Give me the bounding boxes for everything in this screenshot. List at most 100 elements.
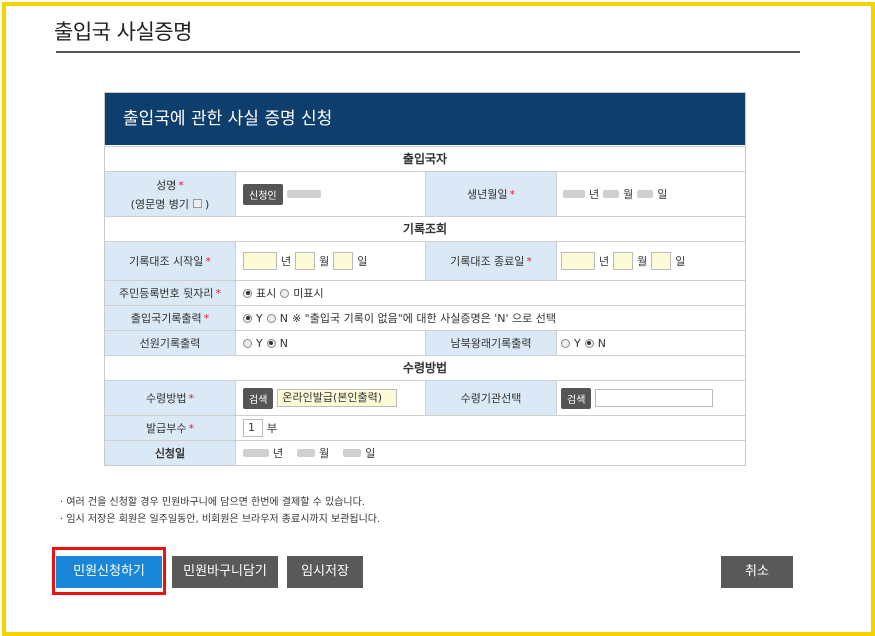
birth-label-cell: 생년월일 * [425, 172, 557, 216]
required-mark: * [188, 421, 194, 435]
apply-month-unit: 월 [319, 447, 330, 460]
apply-month-redacted [297, 449, 316, 457]
rrn-hide-label: 미표시 [293, 287, 324, 300]
immigration-y-radio[interactable] [243, 313, 252, 323]
receive-org-search-button[interactable]: 검색 [561, 387, 592, 409]
record-start-year-input[interactable] [243, 252, 277, 270]
title-divider [56, 51, 800, 53]
row-copies: 발급부수 * 1 부 [105, 415, 745, 440]
record-end-label-cell: 기록대조 종료일 * [425, 242, 557, 280]
record-end-year-unit: 년 [599, 255, 610, 268]
nk-output-label-cell: 남북왕래기록출력 [425, 331, 557, 355]
record-start-year-unit: 년 [281, 255, 292, 268]
record-start-value-cell: 년 월 일 [243, 242, 423, 280]
record-end-month-input[interactable] [613, 252, 634, 270]
copies-input[interactable]: 1 [243, 419, 263, 437]
apply-day-redacted [343, 449, 362, 457]
temp-save-button[interactable]: 임시저장 [287, 556, 363, 588]
crew-output-value-cell: Y N [243, 331, 423, 355]
record-start-label-cell: 기록대조 시작일 * [105, 242, 236, 280]
record-start-month-unit: 월 [319, 255, 330, 268]
rrn-show-label: 표시 [256, 287, 277, 300]
section-receive-method: 수령방법 [105, 355, 745, 380]
receive-method-input[interactable]: 온라인발급(본인출력) [277, 389, 398, 407]
birth-day-redacted [637, 190, 654, 198]
record-end-year-input[interactable] [561, 252, 595, 270]
apply-year-redacted [243, 449, 269, 457]
copies-value-cell: 1 부 [243, 416, 443, 440]
birth-value-cell: 년 월 일 [563, 172, 743, 216]
nk-output-label: 남북왕래기록출력 [450, 337, 532, 350]
required-mark: * [215, 286, 222, 300]
copies-label: 발급부수 [146, 422, 187, 435]
nk-output-value-cell: Y N [561, 331, 743, 355]
crew-n-radio[interactable] [266, 338, 276, 348]
receive-org-value-cell: 검색 [561, 381, 743, 415]
apply-date-label-cell: 신청일 [105, 441, 236, 465]
row-receive: 수령방법 * 검색 온라인발급(본인출력) 수령기관선택 검색 [105, 380, 745, 415]
name-label: 성명 [156, 178, 177, 192]
apply-day-unit: 일 [365, 447, 376, 460]
name-value-cell: 신청인 [243, 172, 423, 216]
apply-date-value-cell: 년 월 일 [243, 441, 543, 465]
rrn-hide-radio[interactable] [280, 288, 290, 298]
form-header: 출입국에 관한 사실 증명 신청 [105, 93, 745, 145]
receive-label: 수령방법 [146, 392, 187, 405]
row-apply-date: 신청일 년 월 일 [105, 440, 745, 465]
rrn-back-label: 주민등록번호 뒷자리 [118, 287, 214, 300]
note-item: · 여러 건을 신청할 경우 민원바구니에 담으면 한번에 결제할 수 있습니다… [60, 497, 365, 508]
english-name-checkbox[interactable] [192, 198, 202, 208]
record-start-day-unit: 일 [357, 255, 368, 268]
receive-label-cell: 수령방법 * [105, 381, 236, 415]
apply-year-unit: 년 [273, 447, 284, 460]
english-name-label-end: ) [205, 197, 210, 211]
crew-y-radio[interactable] [243, 338, 252, 348]
crew-y-label: Y [256, 336, 263, 350]
record-end-month-unit: 월 [637, 255, 648, 268]
record-end-day-unit: 일 [675, 255, 686, 268]
receive-org-label: 수령기관선택 [460, 392, 522, 405]
immigration-output-value-cell: Y N ※ "출입국 기록이 없음"에 대한 사실증명은 'N' 으로 선택 [243, 306, 743, 330]
add-to-basket-button[interactable]: 민원바구니담기 [172, 556, 278, 588]
immigration-y-label: Y [256, 311, 263, 325]
copies-label-cell: 발급부수 * [105, 416, 236, 440]
birth-year-redacted [563, 190, 585, 198]
record-start-day-input[interactable] [333, 252, 354, 270]
applicant-button[interactable]: 신청인 [243, 183, 283, 205]
rrn-show-radio[interactable] [243, 288, 252, 298]
immigration-n-label: N [279, 311, 288, 325]
nk-y-label: Y [574, 336, 581, 350]
record-end-day-input[interactable] [651, 252, 672, 270]
immigration-output-note: ※ "출입국 기록이 없음"에 대한 사실증명은 'N' 으로 선택 [291, 312, 556, 325]
birth-label: 생년월일 [467, 188, 508, 201]
record-start-label: 기록대조 시작일 [129, 255, 204, 268]
nk-y-radio[interactable] [561, 338, 570, 348]
receive-org-input[interactable] [595, 389, 714, 407]
required-mark: * [509, 187, 515, 201]
application-form: 출입국에 관한 사실 증명 신청 출입국자 성명 * (영문명 병기 ) 신청인 … [104, 92, 746, 466]
required-mark: * [178, 178, 184, 192]
rrn-label-cell: 주민등록번호 뒷자리 * [105, 281, 236, 305]
cancel-button[interactable]: 취소 [721, 556, 793, 588]
row-record-dates: 기록대조 시작일 * 년 월 일 기록대조 종료일 * 년 월 일 [105, 241, 745, 280]
immigration-output-label-cell: 출입국기록출력 * [105, 306, 236, 330]
highlight-box [52, 547, 166, 595]
birth-month-unit: 월 [623, 188, 634, 201]
birth-month-redacted [603, 190, 620, 198]
section-traveler: 출입국자 [105, 146, 745, 171]
receive-search-button[interactable]: 검색 [243, 387, 274, 409]
crew-output-label: 선원기록출력 [139, 337, 201, 350]
crew-output-label-cell: 선원기록출력 [105, 331, 236, 355]
required-mark: * [203, 311, 210, 325]
required-mark: * [188, 391, 194, 405]
nk-n-radio[interactable] [584, 338, 594, 348]
row-rrn-back: 주민등록번호 뒷자리 * 표시 미표시 [105, 280, 745, 305]
record-start-month-input[interactable] [295, 252, 316, 270]
crew-n-label: N [279, 336, 288, 350]
row-name-birth: 성명 * (영문명 병기 ) 신청인 생년월일 * 년 월 일 [105, 171, 745, 216]
receive-org-label-cell: 수령기관선택 [425, 381, 557, 415]
immigration-n-radio[interactable] [266, 313, 276, 323]
record-end-value-cell: 년 월 일 [561, 242, 743, 280]
required-mark: * [526, 254, 532, 268]
required-mark: * [205, 254, 211, 268]
